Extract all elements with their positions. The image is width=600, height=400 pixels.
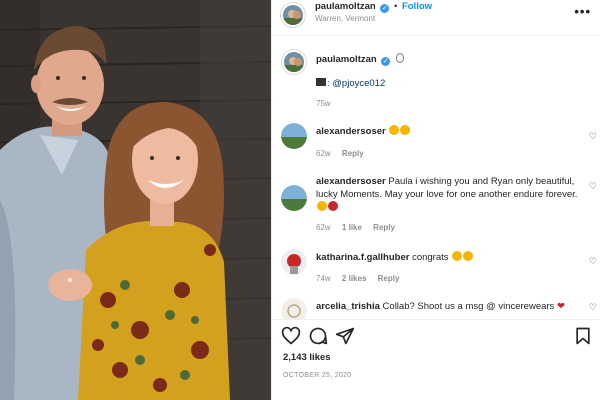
- author-avatar[interactable]: [280, 2, 306, 28]
- commenter-avatar[interactable]: [281, 123, 307, 149]
- clapperboard-emoji-icon: [316, 78, 326, 86]
- caption-time[interactable]: 75w: [316, 99, 331, 108]
- comment-bubble-icon[interactable]: [308, 326, 328, 346]
- comment-meta: 62w Reply: [316, 149, 373, 158]
- comment-username[interactable]: arcelia_trishia: [316, 301, 380, 312]
- comment-likes[interactable]: 1 like: [342, 223, 362, 232]
- caption-username[interactable]: paulamoltzan: [316, 54, 377, 65]
- ring-emoji-icon: [395, 53, 404, 63]
- comment-username[interactable]: alexandersoser: [316, 176, 386, 187]
- comment-meta: 62w 1 like Reply: [316, 223, 404, 232]
- post-photo[interactable]: [0, 0, 271, 400]
- comment-username[interactable]: alexandersoser: [316, 126, 386, 137]
- comment-text: Collab? Shoot us a msg @ vincerewears: [382, 301, 555, 312]
- comment-meta: 74w 2 likes Reply: [316, 274, 408, 283]
- kiss-emoji-icon: [328, 201, 338, 211]
- heart-eyes-emoji-icon: [400, 125, 411, 135]
- verified-badge-icon: ✓: [381, 57, 391, 66]
- heart-eyes-emoji-icon: [463, 251, 474, 261]
- caption-meta: 75w: [316, 99, 340, 108]
- author-username[interactable]: paulamoltzan: [315, 1, 376, 12]
- post-date[interactable]: OCTOBER 25, 2020: [283, 372, 351, 379]
- commenter-avatar[interactable]: [281, 298, 307, 319]
- red-heart-emoji-icon: ❤: [556, 301, 565, 312]
- post-location[interactable]: Warren, Vermont: [315, 14, 375, 23]
- post-actions-bar: [272, 319, 600, 349]
- comment-time[interactable]: 62w: [316, 223, 331, 232]
- comment-time[interactable]: 74w: [316, 274, 331, 283]
- heart-icon[interactable]: [281, 326, 301, 346]
- comment-username[interactable]: katharina.f.gallhuber: [316, 252, 409, 263]
- caption-avatar[interactable]: [281, 49, 307, 75]
- couple-photo-image: [0, 0, 271, 400]
- grinning-emoji-icon: [317, 201, 327, 211]
- more-options-button[interactable]: •••: [574, 4, 591, 19]
- post-detail-panel: paulamoltzan ✓ • Follow Warren, Vermont …: [271, 0, 600, 400]
- comments-list[interactable]: paulamoltzan ✓ : @pjoyce012 75w alexande…: [272, 37, 600, 319]
- commenter-avatar[interactable]: [281, 249, 307, 275]
- reply-button[interactable]: Reply: [378, 274, 400, 283]
- paper-plane-icon[interactable]: [335, 326, 355, 346]
- like-comment-heart-icon[interactable]: ♡: [589, 302, 597, 313]
- reply-button[interactable]: Reply: [342, 149, 364, 158]
- follow-button[interactable]: Follow: [402, 1, 432, 12]
- like-comment-heart-icon[interactable]: ♡: [589, 181, 597, 192]
- like-comment-heart-icon[interactable]: ♡: [589, 131, 597, 142]
- caption-text[interactable]: : @pjoyce012: [327, 78, 385, 89]
- likes-count[interactable]: 2,143 likes: [283, 352, 331, 363]
- bookmark-icon[interactable]: [573, 326, 593, 346]
- commenter-avatar[interactable]: [281, 185, 307, 211]
- heart-eyes-emoji-icon: [389, 125, 400, 135]
- comment-likes[interactable]: 2 likes: [342, 274, 366, 283]
- post-header: paulamoltzan ✓ • Follow Warren, Vermont …: [272, 0, 600, 36]
- separator-dot: •: [393, 1, 398, 12]
- reply-button[interactable]: Reply: [373, 223, 395, 232]
- comment-time[interactable]: 62w: [316, 149, 331, 158]
- like-comment-heart-icon[interactable]: ♡: [589, 256, 597, 267]
- heart-eyes-emoji-icon: [452, 251, 463, 261]
- comment-text: congrats: [412, 252, 449, 263]
- verified-badge-icon: ✓: [380, 4, 390, 13]
